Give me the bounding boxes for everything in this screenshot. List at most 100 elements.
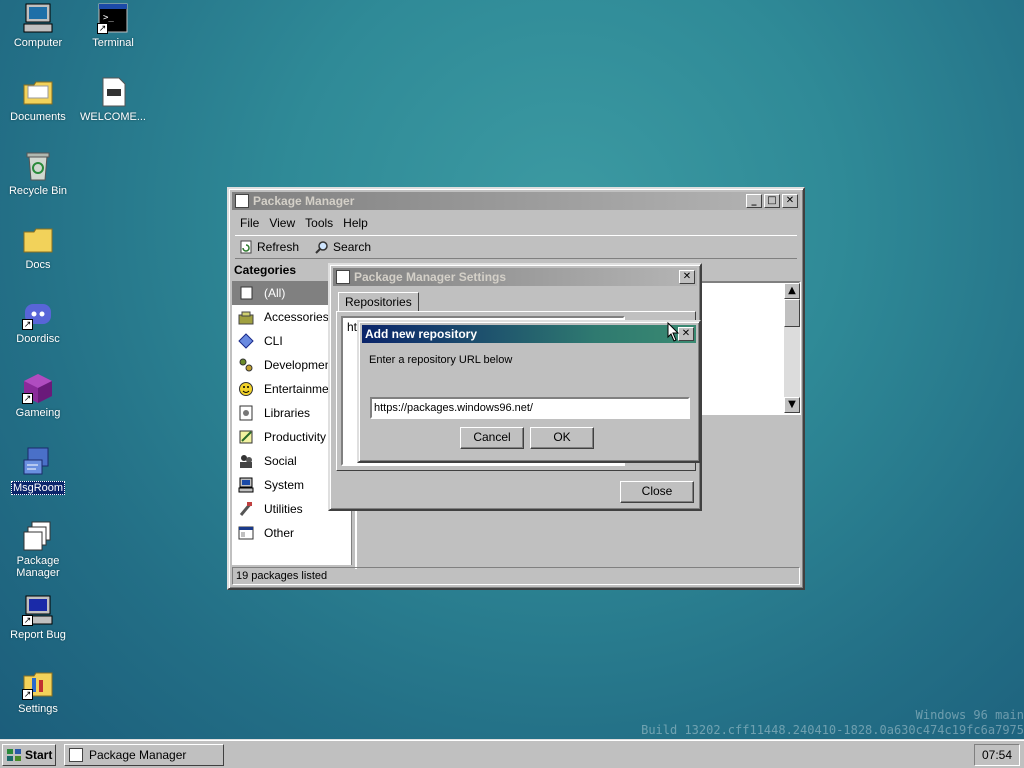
menu-tools[interactable]: Tools	[300, 213, 338, 233]
package-manager-titlebar[interactable]: Package Manager _ □ ✕	[232, 192, 800, 210]
msgroom-icon	[22, 446, 54, 478]
desktop-icon-label: MsgRoom	[10, 481, 66, 495]
category-label: Productivity	[264, 430, 327, 444]
cancel-label: Cancel	[473, 430, 511, 444]
category-label: System	[264, 478, 305, 492]
desktop-icon-label: Settings	[18, 703, 58, 715]
desktop-icon-doordisc[interactable]: ↗ Doordisc	[0, 298, 76, 345]
clock-time: 07:54	[981, 748, 1013, 762]
desktop-icon-msgroom[interactable]: MsgRoom	[0, 446, 76, 495]
desktop-icon-label: Doordisc	[16, 333, 60, 345]
desktop-icon-label: Documents	[10, 111, 66, 123]
mouse-cursor-icon	[667, 321, 681, 342]
desktop-icon-label: Computer	[13, 37, 63, 49]
ok-button[interactable]: OK	[530, 427, 594, 449]
repository-url-input[interactable]	[370, 397, 690, 419]
settings-dialog-title: Package Manager Settings	[354, 270, 507, 284]
taskbar: Start Package Manager 07:54	[0, 740, 1024, 768]
category-item-other[interactable]: Other	[232, 521, 351, 545]
desktop-icon-label: Gameing	[15, 407, 61, 419]
desktop-icon-settings[interactable]: ↗ Settings	[0, 668, 76, 715]
settings-dialog-titlebar[interactable]: Package Manager Settings ✕	[333, 268, 697, 286]
settings-close-button[interactable]: Close	[620, 481, 694, 503]
scroll-up-button[interactable]: ▲	[784, 283, 800, 299]
category-label: Social	[264, 454, 297, 468]
svg-text:>_: >_	[103, 13, 114, 23]
refresh-label: Refresh	[257, 240, 300, 254]
smiley-icon	[238, 381, 254, 397]
utilities-icon	[238, 501, 254, 517]
categories-header: Categories	[234, 263, 297, 277]
all-packages-icon	[238, 285, 254, 301]
desktop-icon-welcome[interactable]: WELCOME...	[75, 76, 151, 123]
libraries-icon	[238, 405, 254, 421]
start-logo-icon	[6, 748, 22, 762]
tab-repositories[interactable]: Repositories	[338, 292, 419, 312]
package-manager-icon	[22, 520, 54, 552]
folder-icon	[22, 224, 54, 256]
build-watermark-line1: Windows 96 main	[915, 708, 1024, 722]
social-icon	[238, 453, 254, 469]
package-manager-title-icon	[235, 194, 249, 208]
taskbar-item-package-manager[interactable]: Package Manager	[64, 744, 224, 766]
desktop-icon-gameing[interactable]: ↗ Gameing	[0, 372, 76, 419]
desktop-icon-documents[interactable]: Documents	[0, 76, 76, 123]
menubar: File View Tools Help	[235, 213, 373, 233]
game-cube-icon: ↗	[22, 372, 54, 404]
development-icon	[238, 357, 254, 373]
package-list-scrollbar[interactable]: ▲ ▼	[784, 283, 800, 413]
settings-close-x-button[interactable]: ✕	[679, 270, 695, 284]
desktop-icon-label: Package Manager	[16, 555, 60, 579]
desktop-icon-label: Recycle Bin	[8, 185, 68, 197]
add-repository-titlebar[interactable]: Add new repository ✕	[362, 325, 696, 343]
menu-view[interactable]: View	[264, 213, 300, 233]
accessories-icon	[238, 309, 254, 325]
category-label: Accessories	[264, 310, 329, 324]
desktop-icon-docs[interactable]: Docs	[0, 224, 76, 271]
desktop-icon-terminal[interactable]: >_ ↗ Terminal	[75, 2, 151, 49]
refresh-icon	[239, 240, 253, 254]
build-watermark-line2: Build 13202.cff11448.240410-1828.0a630c4…	[641, 723, 1024, 737]
category-label: Development	[264, 358, 335, 372]
scroll-down-button[interactable]: ▼	[784, 397, 800, 413]
window-title: Package Manager	[253, 194, 355, 208]
desktop-icon-report-bug[interactable]: ↗ Report Bug	[0, 594, 76, 641]
markdown-file-icon	[97, 76, 129, 108]
system-icon	[238, 477, 254, 493]
search-icon	[315, 240, 329, 254]
package-manager-task-icon	[69, 748, 83, 762]
category-label: Utilities	[264, 502, 303, 516]
toolbar: Refresh Search	[235, 235, 797, 259]
status-text: 19 packages listed	[236, 570, 328, 582]
category-label: Libraries	[264, 406, 311, 420]
cli-icon	[238, 333, 254, 349]
category-label: Other	[264, 526, 295, 540]
taskbar-item-label: Package Manager	[89, 748, 187, 762]
add-repository-dialog: Add new repository ✕ Enter a repository …	[357, 320, 701, 463]
menu-help[interactable]: Help	[338, 213, 373, 233]
minimize-button[interactable]: _	[746, 194, 762, 208]
search-button[interactable]: Search	[311, 238, 375, 256]
maximize-button[interactable]: □	[764, 194, 780, 208]
productivity-icon	[238, 429, 254, 445]
doordisc-icon: ↗	[22, 298, 54, 330]
terminal-icon: >_ ↗	[97, 2, 129, 34]
other-icon	[238, 525, 254, 541]
settings-title-icon	[336, 270, 350, 284]
refresh-button[interactable]: Refresh	[235, 238, 303, 256]
desktop-icon-package-manager[interactable]: Package Manager	[0, 520, 76, 579]
start-button[interactable]: Start	[2, 744, 56, 766]
search-label: Search	[333, 240, 372, 254]
cancel-button[interactable]: Cancel	[460, 427, 524, 449]
report-bug-icon: ↗	[22, 594, 54, 626]
close-button-label: Close	[641, 484, 673, 498]
clock[interactable]: 07:54	[974, 744, 1020, 766]
desktop-icon-recycle-bin[interactable]: Recycle Bin	[0, 150, 76, 197]
scroll-thumb[interactable]	[784, 299, 800, 327]
settings-icon: ↗	[22, 668, 54, 700]
ok-label: OK	[553, 430, 571, 444]
close-button[interactable]: ✕	[782, 194, 798, 208]
menu-file[interactable]: File	[235, 213, 264, 233]
desktop-icon-computer[interactable]: Computer	[0, 2, 76, 49]
desktop-icon-label: Report Bug	[10, 629, 66, 641]
